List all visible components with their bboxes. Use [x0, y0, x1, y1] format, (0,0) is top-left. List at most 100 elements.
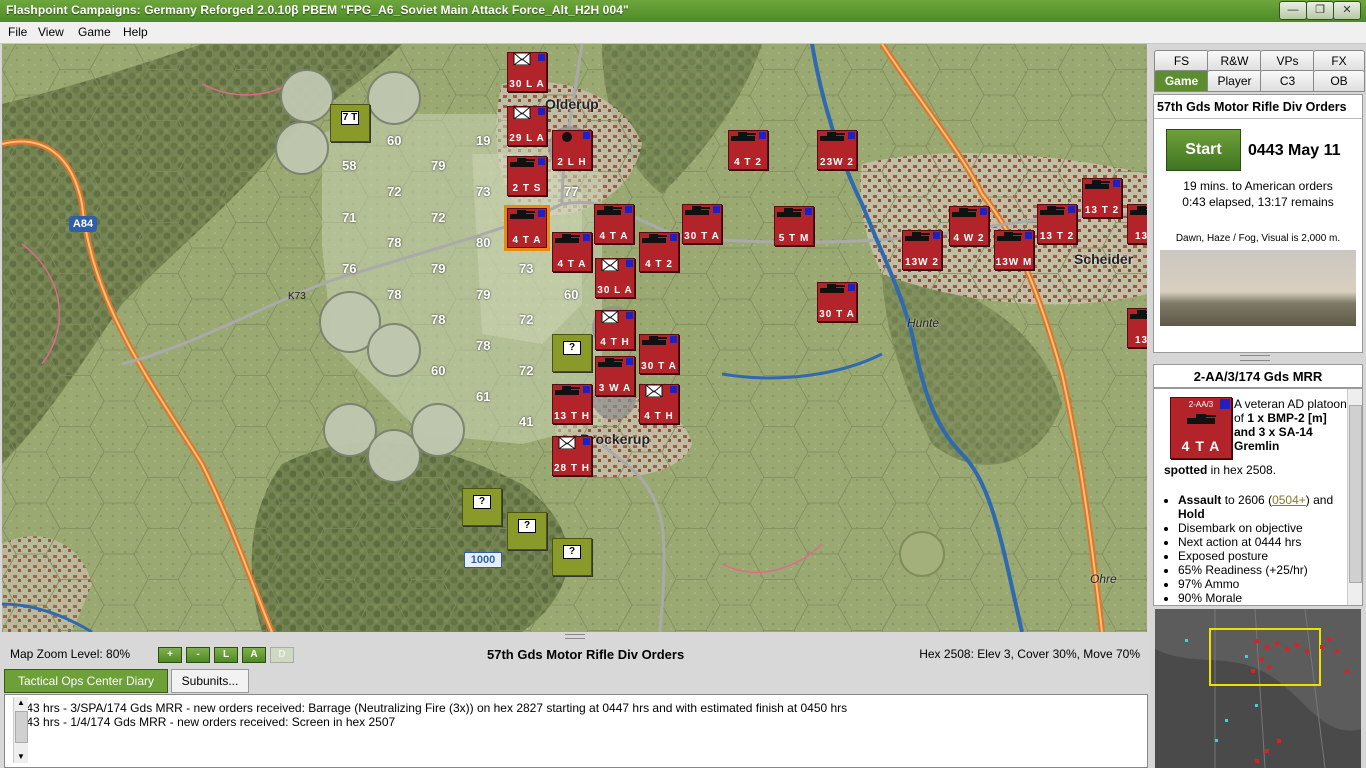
unit-flag-icon: [626, 260, 633, 267]
unit-description: A veteran AD platoon of 1 x BMP-2 [m] an…: [1234, 397, 1350, 453]
unit-panel-scrollbar[interactable]: [1347, 389, 1362, 605]
close-icon: ✕: [1342, 4, 1352, 16]
orders-title: 57th Gds Motor Rifle Div Orders: [1157, 100, 1347, 114]
enemy-unit-counter[interactable]: 23W 2: [817, 130, 857, 170]
unit-strength: 4 T A: [557, 259, 587, 270]
tab-game[interactable]: Game: [1154, 70, 1209, 92]
tab-ob[interactable]: OB: [1313, 70, 1365, 92]
unit-strength: 13 T: [1134, 335, 1147, 346]
tab-player[interactable]: Player: [1207, 70, 1262, 92]
menu-file[interactable]: File: [8, 25, 27, 39]
bmp-icon: [1187, 414, 1216, 424]
enemy-unit-counter[interactable]: 13W 2: [902, 230, 942, 270]
game-time: 0443 May 11: [1248, 142, 1341, 159]
order-time-link[interactable]: 0504+: [1272, 493, 1306, 507]
unit-flag-icon: [1025, 232, 1032, 239]
scroll-down-icon[interactable]: ▼: [14, 751, 28, 763]
distance-marker[interactable]: 1000: [464, 552, 502, 568]
unit-strength: 5 T M: [778, 233, 810, 244]
desc-strength: 1 x BMP-2 [m] and 3 x SA-14 Gremlin: [1234, 411, 1327, 453]
unit-flag-icon: [538, 54, 545, 61]
hex-value: 71: [342, 210, 357, 225]
enemy-unit-counter[interactable]: 30 L A: [507, 52, 547, 92]
tactical-map[interactable]: A84 K73 Olderup Scheider Brockerup Hunte…: [2, 44, 1147, 632]
enemy-unit-counter[interactable]: 30 T A: [639, 334, 679, 374]
enemy-unit-counter[interactable]: 13 T 2: [1037, 204, 1077, 244]
enemy-unit-counter[interactable]: 3 W A: [595, 356, 635, 396]
zoom-in-button[interactable]: +: [158, 647, 182, 663]
enemy-unit-counter[interactable]: 4 T 2: [728, 130, 768, 170]
unit-strength: 30 L A: [509, 79, 545, 90]
enemy-unit-counter[interactable]: 4 T H: [639, 384, 679, 424]
tab-c3[interactable]: C3: [1260, 70, 1315, 92]
order-assault-text: to 2606 (: [1221, 493, 1273, 507]
enemy-unit-counter[interactable]: 4 T A: [594, 204, 634, 244]
unit-flag-icon: [848, 132, 855, 139]
order-line: Exposed posture: [1178, 549, 1356, 563]
log-scrollbar[interactable]: ▲ ▼: [13, 697, 28, 763]
friendly-unknown-counter[interactable]: ?: [552, 334, 592, 372]
enemy-unit-counter[interactable]: 4 T 2: [639, 232, 679, 272]
hex-info: Hex 2508: Elev 3, Cover 30%, Move 70%: [919, 647, 1140, 661]
tab-vps[interactable]: VPs: [1260, 50, 1315, 72]
close-button[interactable]: ✕: [1333, 1, 1361, 20]
order-line: 97% Ammo: [1178, 577, 1356, 591]
hex-value: 72: [387, 184, 402, 199]
enemy-unit-counter[interactable]: 13 T 2: [1082, 178, 1122, 218]
enemy-unit-counter[interactable]: 4 T A: [504, 205, 550, 251]
bottom-orders-title: 57th Gds Motor Rifle Div Orders: [487, 647, 685, 662]
zoom-out-button[interactable]: -: [186, 647, 210, 663]
zoom-l-button[interactable]: L: [214, 647, 238, 663]
tab-rw[interactable]: R&W: [1207, 50, 1262, 72]
enemy-unit-counter[interactable]: 4 T A: [552, 232, 592, 272]
friendly-unknown-counter[interactable]: ?: [507, 512, 547, 550]
scroll-up-icon[interactable]: ▲: [14, 697, 28, 709]
zoom-a-button[interactable]: A: [242, 647, 266, 663]
enemy-unit-counter[interactable]: 13 T H: [552, 384, 592, 424]
unit-title-bar: 2-AA/3/174 Gds MRR: [1153, 364, 1363, 388]
unit-title: 2-AA/3/174 Gds MRR: [1193, 369, 1323, 384]
friendly-unknown-counter[interactable]: ?: [552, 538, 592, 576]
scrollbar-thumb[interactable]: [1349, 405, 1362, 583]
enemy-unit-counter[interactable]: 29 L A: [507, 106, 547, 146]
enemy-unit-counter[interactable]: 4 W 2: [949, 206, 989, 246]
splitter[interactable]: [1240, 355, 1270, 361]
friendly-unknown-counter[interactable]: 7 T: [330, 104, 370, 142]
zoom-d-button[interactable]: D: [270, 647, 294, 663]
menu-game[interactable]: Game: [78, 25, 111, 39]
enemy-unit-counter[interactable]: 30 T A: [817, 282, 857, 322]
unit-flag-icon: [583, 132, 590, 139]
enemy-unit-counter[interactable]: 28 T H: [552, 436, 592, 476]
order-line: Next action at 0444 hrs: [1178, 535, 1356, 549]
menu-view[interactable]: View: [38, 25, 64, 39]
enemy-unit-counter[interactable]: 13 T: [1127, 204, 1147, 244]
enemy-unit-counter[interactable]: 30 T A: [682, 204, 722, 244]
enemy-unit-counter[interactable]: 2 T S: [507, 156, 547, 196]
start-button[interactable]: Start: [1166, 129, 1241, 171]
hex-value: 79: [431, 158, 446, 173]
scrollbar-thumb[interactable]: [15, 711, 28, 743]
river-ohre-label: Ohre: [1090, 572, 1117, 586]
enemy-unit-counter[interactable]: 30 L A: [595, 258, 635, 298]
unknown-contact-icon: ?: [563, 341, 581, 355]
tab-subunits[interactable]: Subunits...: [171, 669, 249, 693]
tank-icon: [777, 208, 802, 217]
tank-icon: [905, 232, 930, 241]
enemy-unit-counter[interactable]: 13W M: [994, 230, 1034, 270]
enemy-unit-counter[interactable]: 2 L H: [552, 130, 592, 170]
enemy-unit-counter[interactable]: 5 T M: [774, 206, 814, 246]
friendly-unknown-counter[interactable]: ?: [462, 488, 502, 526]
maximize-button[interactable]: ❐: [1306, 1, 1334, 20]
minimize-button[interactable]: —: [1279, 1, 1307, 20]
unit-flag-icon: [1068, 206, 1075, 213]
enemy-unit-counter[interactable]: 13 T: [1127, 308, 1147, 348]
menu-help[interactable]: Help: [123, 25, 148, 39]
tab-fx[interactable]: FX: [1313, 50, 1365, 72]
bottom-splitter[interactable]: [565, 634, 585, 639]
minimap[interactable]: [1155, 609, 1361, 768]
hq-envelope-icon: [513, 107, 531, 119]
tab-ops-diary[interactable]: Tactical Ops Center Diary: [4, 669, 168, 693]
tab-fs[interactable]: FS: [1154, 50, 1209, 72]
enemy-unit-counter[interactable]: 4 T H: [595, 310, 635, 350]
unit-flag-icon: [538, 158, 545, 165]
